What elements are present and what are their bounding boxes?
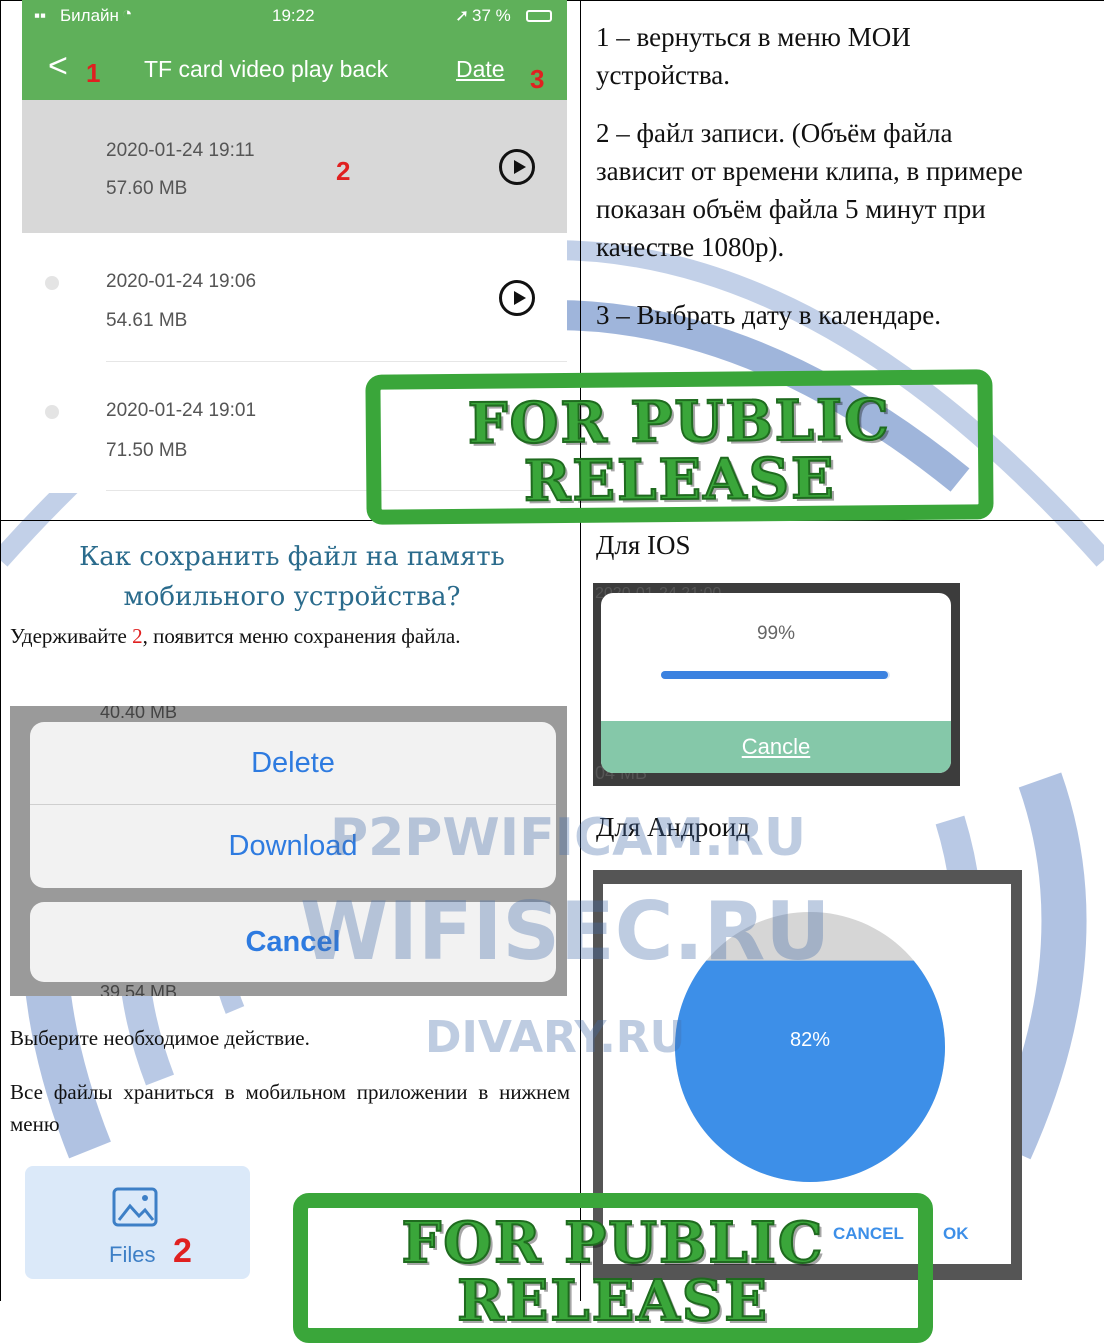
watermark-text: DIVARY.RU — [425, 1012, 686, 1063]
signal-icon: ▪▪ — [34, 6, 47, 25]
file-datetime: 2020-01-24 19:01 — [106, 400, 257, 421]
section-heading: Как сохранить файл на память мобильного … — [79, 542, 505, 612]
file-row-1[interactable]: 2020-01-24 19:11 57.60 MB 2 — [22, 100, 567, 233]
hold-instruction: Удерживайте 2, появится меню сохранения … — [10, 624, 461, 648]
file-size: 57.60 MB — [106, 178, 188, 199]
files-tab[interactable]: Files 2 — [25, 1166, 250, 1279]
ios-cancel-button[interactable]: Cancle — [601, 721, 951, 773]
delete-button[interactable]: Delete — [30, 722, 556, 804]
watermark-text: P2PWIFICAM.RU — [330, 808, 807, 868]
date-button[interactable]: Date — [456, 56, 505, 83]
legend-item-1: 1 – вернуться в меню МОИ устройства. — [596, 22, 911, 90]
image-icon — [112, 1187, 158, 1227]
table-border-left — [0, 0, 1, 1301]
files-stored-text: Все файлы храниться в мобильном приложен… — [10, 1080, 570, 1136]
choose-action-text: Выберите необходимое действие. — [10, 1026, 310, 1050]
ios-progress-dialog: 99% Cancle — [601, 593, 951, 773]
hold-marker: 2 — [132, 624, 143, 648]
file-datetime: 2020-01-24 19:11 — [106, 140, 255, 161]
play-icon[interactable] — [499, 149, 535, 185]
back-chevron-icon[interactable]: < — [48, 46, 68, 86]
play-icon[interactable] — [499, 280, 535, 316]
android-percent: 82% — [789, 1029, 831, 1051]
location-icon: ➚ — [455, 6, 470, 25]
file-datetime: 2020-01-24 19:06 — [106, 271, 257, 292]
android-ok-button[interactable]: OK — [943, 1224, 969, 1244]
peek-size: 40.40 MB — [100, 706, 178, 722]
status-bar: ▪▪ Билайн ◔ 19:22 ➚ 37 % — [22, 0, 567, 32]
ios-download-screenshot: 2020-01-24 21:00 04 MB 99% Cancle — [593, 583, 960, 786]
file-row-2[interactable]: 2020-01-24 19:06 54.61 MB — [22, 234, 567, 362]
ios-progress-fill — [661, 671, 888, 679]
public-release-stamp: FOR PUBLIC RELEASE — [293, 1193, 933, 1343]
file-size: 54.61 MB — [106, 310, 188, 331]
table-column-divider — [580, 0, 581, 1301]
status-time: 19:22 — [272, 6, 315, 25]
back-marker: 1 — [86, 58, 101, 88]
ios-progress-track — [661, 671, 890, 679]
public-release-stamp: FOR PUBLIC RELEASE — [365, 369, 994, 525]
legend-item-2: 2 – файл записи. (Объём файла зависит от… — [596, 118, 1023, 262]
screen-title: TF card video play back — [144, 56, 389, 82]
files-marker: 2 — [173, 1232, 192, 1270]
phone-header: ▪▪ Билайн ◔ 19:22 ➚ 37 % < 1 TF card vid… — [22, 0, 567, 100]
battery-icon — [526, 10, 552, 22]
legend-item-3: 3 – Выбрать дату в календаре. — [596, 300, 942, 330]
battery-percent: 37 % — [472, 6, 511, 25]
ios-percent: 99% — [756, 623, 796, 644]
watermark-text: WIFISEC.RU — [300, 885, 831, 978]
peek-size: 39.54 MB — [100, 982, 178, 996]
carrier-label: Билайн — [60, 6, 119, 25]
file-size: 71.50 MB — [106, 440, 188, 461]
ios-label: Для IOS — [596, 530, 691, 560]
files-tab-label: Files — [109, 1242, 156, 1267]
wifi-icon: ◔ — [122, 4, 133, 23]
file-marker: 2 — [336, 156, 351, 186]
date-marker: 3 — [530, 64, 545, 94]
